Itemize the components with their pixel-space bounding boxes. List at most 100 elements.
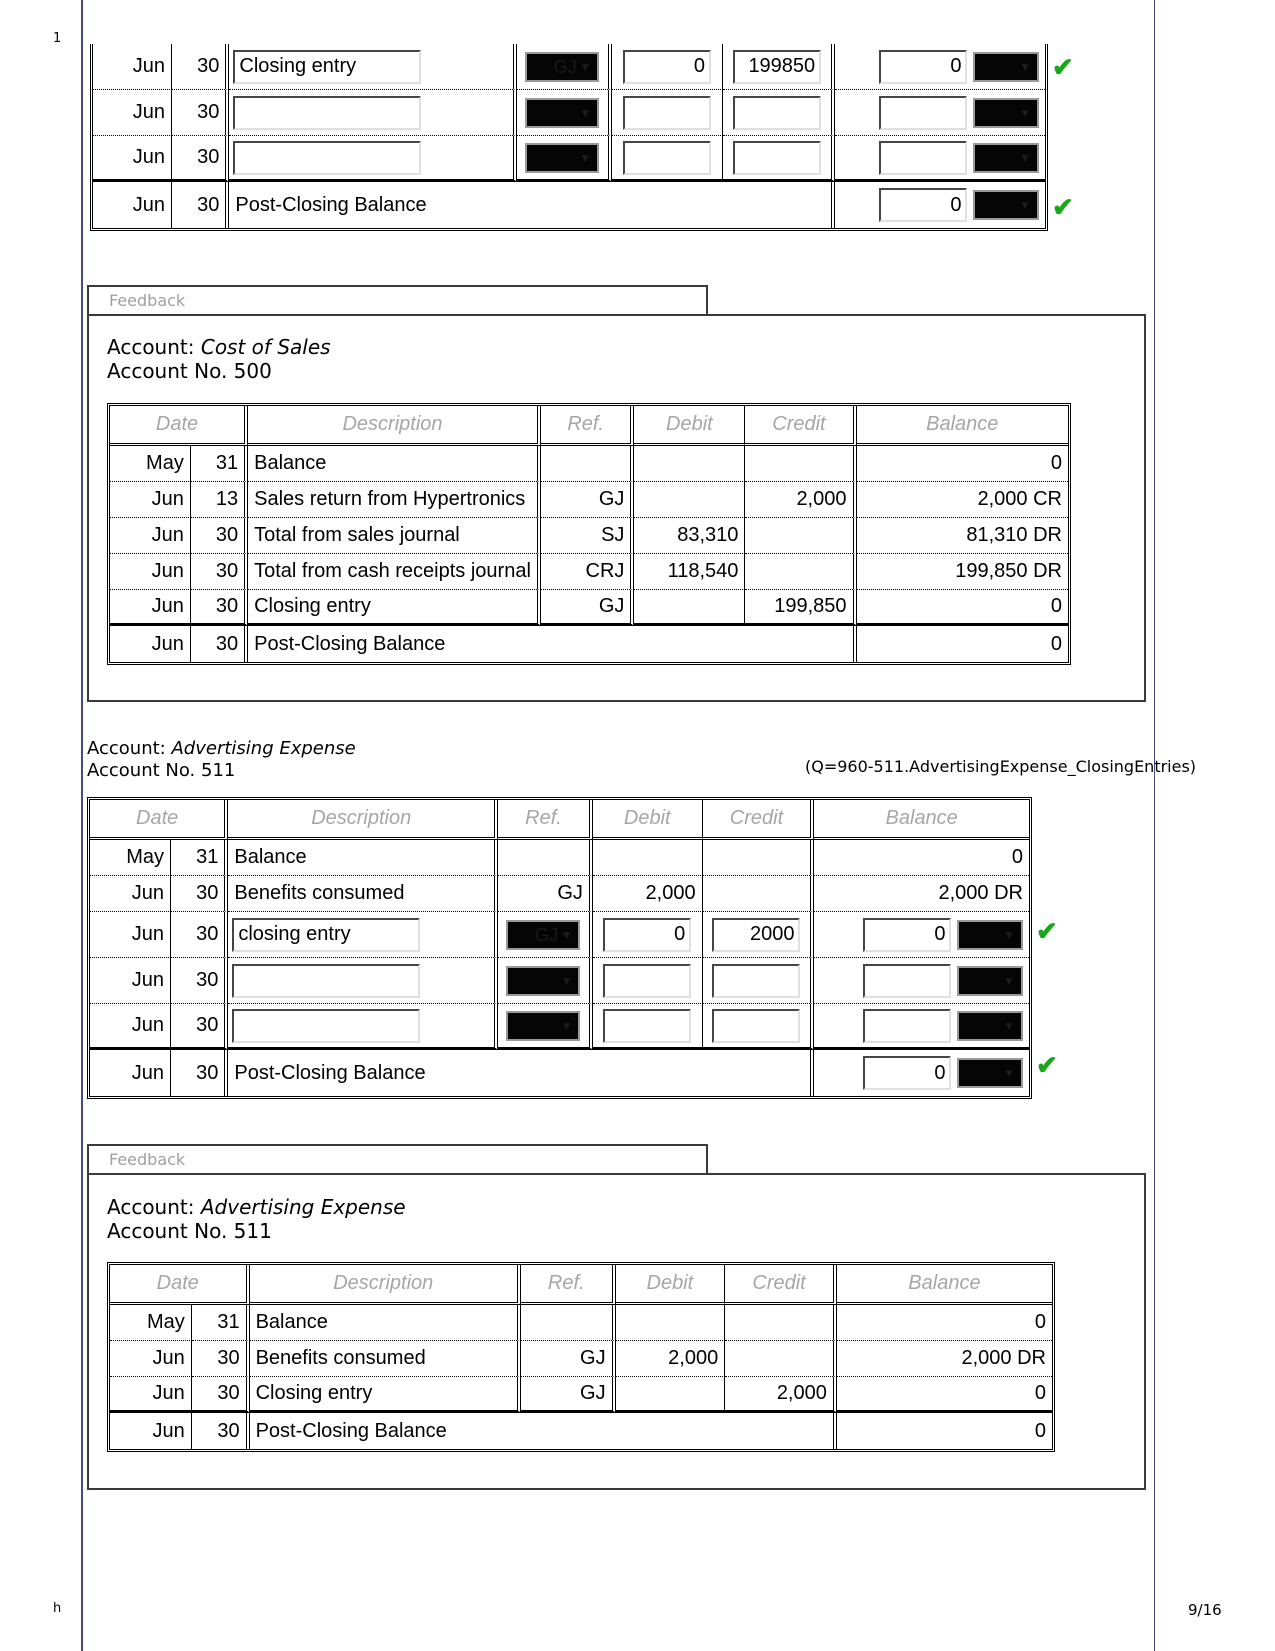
column-header-credit: Credit bbox=[725, 1265, 837, 1305]
balance-input[interactable] bbox=[879, 140, 968, 175]
column-header-ref: Ref. bbox=[498, 800, 593, 840]
credit bbox=[745, 518, 857, 554]
date-month: Jun bbox=[110, 590, 191, 626]
description-cell bbox=[229, 136, 517, 182]
balance-type-select[interactable]: ▼ bbox=[957, 1058, 1023, 1089]
chevron-down-icon: ▼ bbox=[1003, 1018, 1015, 1033]
debit bbox=[634, 590, 746, 626]
feedback-tab[interactable]: Feedback bbox=[87, 1144, 708, 1174]
column-header-credit: Credit bbox=[702, 800, 815, 840]
balance-input[interactable] bbox=[863, 1008, 952, 1043]
date-month: Jun bbox=[110, 518, 191, 554]
credit-input[interactable] bbox=[712, 963, 801, 998]
question-id: (Q=960-511.AdvertisingExpense_ClosingEnt… bbox=[805, 757, 1197, 776]
credit-cell bbox=[723, 90, 836, 136]
chevron-down-icon: ▼ bbox=[579, 150, 592, 165]
header-row: Date Description Ref. Debit Credit Balance bbox=[90, 800, 1029, 840]
debit bbox=[615, 1305, 726, 1341]
ref: CRJ bbox=[540, 554, 635, 590]
balance-cell: ▼ bbox=[835, 182, 1045, 228]
ref-select[interactable]: ▼ bbox=[506, 1010, 581, 1041]
ref-select[interactable]: GJ ▼ bbox=[506, 919, 581, 950]
balance-input[interactable] bbox=[863, 1056, 952, 1090]
check-icon: ✔ bbox=[1052, 52, 1074, 82]
date-month: Jun bbox=[90, 912, 171, 958]
date-month: May bbox=[110, 446, 191, 482]
ref: GJ bbox=[520, 1341, 616, 1377]
credit-input[interactable] bbox=[712, 1008, 801, 1043]
ref: GJ bbox=[520, 1377, 616, 1413]
balance-type-select[interactable]: ▼ bbox=[957, 965, 1023, 996]
ref-cell: GJ ▼ bbox=[516, 44, 612, 90]
description-input[interactable] bbox=[233, 140, 422, 175]
credit bbox=[745, 446, 857, 482]
balance-type-select[interactable]: ▼ bbox=[957, 919, 1023, 950]
balance-cell: ▼ bbox=[835, 44, 1045, 90]
balance: 2,000 DR bbox=[814, 876, 1029, 912]
balance-input[interactable] bbox=[879, 95, 968, 130]
date-day: 31 bbox=[190, 446, 249, 482]
balance-input[interactable] bbox=[863, 917, 952, 952]
header-row: Date Description Ref. Debit Credit Balance bbox=[110, 1265, 1052, 1305]
balance-type-select[interactable]: ▼ bbox=[973, 51, 1039, 82]
credit-input[interactable] bbox=[733, 140, 822, 175]
balance-input[interactable] bbox=[879, 49, 968, 84]
ref-select[interactable]: ▼ bbox=[525, 97, 600, 128]
description-input[interactable] bbox=[232, 1008, 421, 1043]
description: Benefits consumed bbox=[249, 1341, 521, 1377]
date-day: 30 bbox=[191, 1377, 250, 1413]
debit-input[interactable] bbox=[622, 95, 711, 130]
cost-of-sales-entry-table: Jun30GJ▼ ▼Jun30▼ ▼Jun30▼ ▼Jun30Post-Clos… bbox=[90, 44, 1048, 231]
debit-input[interactable] bbox=[603, 917, 692, 952]
credit-input[interactable] bbox=[712, 917, 801, 952]
debit-cell bbox=[611, 90, 724, 136]
balance-type-select[interactable]: ▼ bbox=[973, 142, 1039, 173]
description-input[interactable] bbox=[232, 917, 421, 952]
description-input[interactable] bbox=[233, 95, 422, 130]
description-input[interactable] bbox=[232, 963, 421, 998]
balance-input[interactable] bbox=[863, 963, 952, 998]
debit bbox=[592, 840, 703, 876]
ref-select[interactable]: ▼ bbox=[506, 965, 581, 996]
check-icon: ✔ bbox=[1052, 192, 1074, 222]
credit-input[interactable] bbox=[733, 49, 822, 84]
balance-input[interactable] bbox=[879, 188, 968, 222]
balance: 0 bbox=[836, 1377, 1052, 1413]
date-month: May bbox=[110, 1305, 192, 1341]
balance-cell: ▼ bbox=[814, 1050, 1029, 1096]
debit-input[interactable] bbox=[603, 963, 692, 998]
debit-input[interactable] bbox=[622, 49, 711, 84]
feedback-tab[interactable]: Feedback bbox=[87, 285, 708, 315]
column-header-credit: Credit bbox=[745, 406, 857, 446]
ledger-row: Jun 30 Closing entry GJ 199,850 0 bbox=[110, 590, 1068, 626]
balance: 0 bbox=[836, 1305, 1052, 1341]
account-name: Cost of Sales bbox=[200, 335, 331, 359]
description-input[interactable] bbox=[233, 49, 422, 84]
page-left-border bbox=[81, 0, 83, 1651]
debit-input[interactable] bbox=[603, 1008, 692, 1043]
post-closing-row: Jun 30 Post-Closing Balance 0 bbox=[110, 626, 1068, 662]
credit-input[interactable] bbox=[733, 95, 822, 130]
description: Balance bbox=[228, 840, 499, 876]
date-month: Jun bbox=[93, 136, 172, 182]
description: Sales return from Hypertronics bbox=[248, 482, 541, 518]
balance-type-select[interactable]: ▼ bbox=[957, 1010, 1023, 1041]
balance: 81,310 DR bbox=[856, 518, 1068, 554]
balance-type-select[interactable]: ▼ bbox=[973, 190, 1039, 221]
ledger-input-row: Jun 30 ▼ ▼ bbox=[93, 136, 1045, 182]
feedback-tab-label: Feedback bbox=[109, 291, 186, 310]
balance-type-select[interactable]: ▼ bbox=[973, 97, 1039, 128]
date-day: 30 bbox=[191, 626, 249, 662]
ref: GJ bbox=[540, 590, 635, 626]
date-day: 30 bbox=[171, 1050, 229, 1096]
ledger-input-row: Jun 30 ▼ ▼ bbox=[90, 1004, 1029, 1050]
ref-select[interactable]: ▼ bbox=[525, 142, 600, 173]
description: Post-Closing Balance bbox=[229, 182, 836, 228]
ledger-input-row: Jun30GJ▼ ▼ bbox=[93, 44, 1045, 90]
ref-select[interactable]: GJ ▼ bbox=[525, 51, 600, 82]
post-closing-row: Jun30Post-Closing Balance ▼ bbox=[93, 182, 1045, 228]
column-header-ref: Ref. bbox=[540, 406, 635, 446]
debit-input[interactable] bbox=[622, 140, 711, 175]
ledger-row: Jun 30 Closing entry GJ 2,000 0 bbox=[110, 1377, 1052, 1413]
margin-line-number: 1 bbox=[53, 31, 62, 46]
